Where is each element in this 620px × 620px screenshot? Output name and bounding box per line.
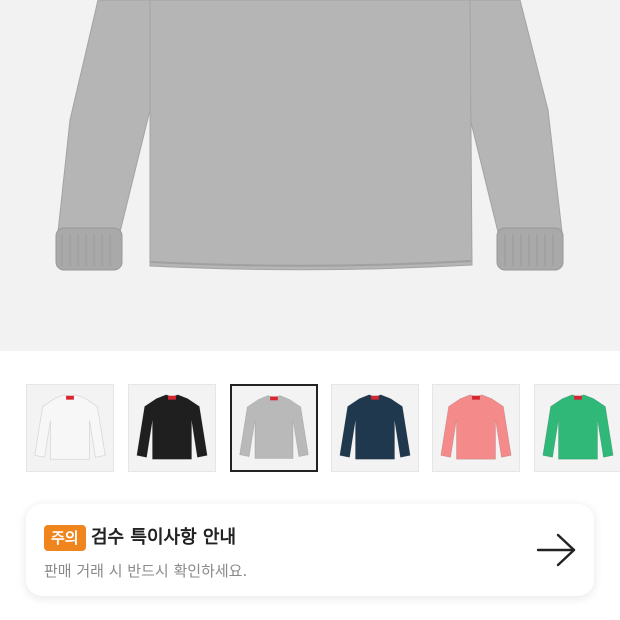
notice-title: 검수 특이사항 안내 bbox=[91, 527, 237, 548]
color-thumbnails bbox=[0, 384, 620, 474]
product-hero-image bbox=[0, 0, 620, 351]
shirt-thumbnail-image bbox=[34, 394, 106, 460]
shirt-thumbnail-image bbox=[239, 395, 309, 459]
caution-badge: 주의 bbox=[44, 525, 86, 551]
thumbnail-black[interactable] bbox=[128, 384, 216, 472]
shirt-thumbnail-image bbox=[440, 394, 512, 460]
shirt-thumbnail-image bbox=[339, 394, 411, 460]
inspection-notice-card[interactable]: 주의 검수 특이사항 안내 판매 거래 시 반드시 확인하세요. bbox=[26, 504, 594, 596]
shirt-illustration bbox=[55, 0, 564, 271]
left-cuff bbox=[55, 227, 123, 271]
thumbnail-white[interactable] bbox=[26, 384, 114, 472]
thumbnail-green[interactable] bbox=[534, 384, 620, 472]
thumbnail-pink[interactable] bbox=[432, 384, 520, 472]
thumbnail-heather-grey[interactable] bbox=[230, 384, 318, 472]
arrow-right-icon[interactable] bbox=[534, 532, 578, 568]
shirt-thumbnail-image bbox=[542, 394, 614, 460]
notice-subtitle: 판매 거래 시 반드시 확인하세요. bbox=[44, 562, 248, 580]
shirt-thumbnail-image bbox=[136, 394, 208, 460]
thumbnail-navy[interactable] bbox=[331, 384, 419, 472]
